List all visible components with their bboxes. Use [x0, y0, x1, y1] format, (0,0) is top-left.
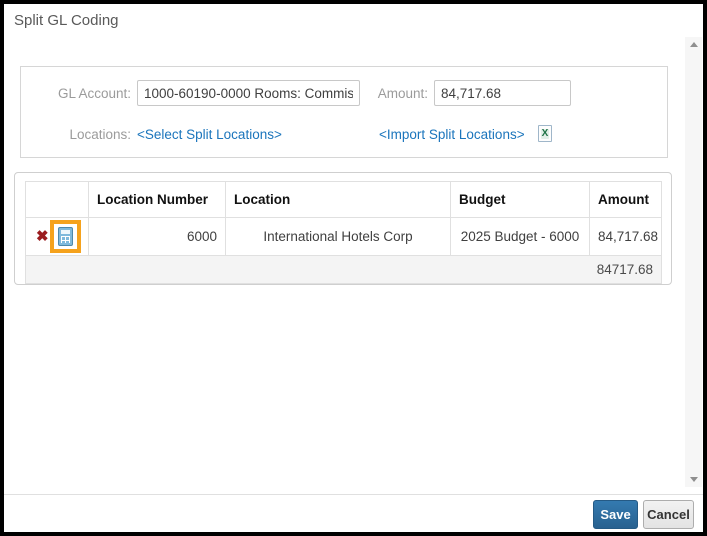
amount-cell: 84,717.68	[590, 218, 662, 256]
budget-cell: 2025 Budget - 6000	[451, 218, 590, 256]
vertical-scrollbar[interactable]	[685, 37, 702, 487]
total-amount: 84717.68	[26, 256, 662, 284]
header-budget: Budget	[451, 182, 590, 218]
header-location: Location	[226, 182, 451, 218]
excel-icon-glyph: X	[541, 129, 550, 139]
location-number-cell: 6000	[89, 218, 226, 256]
footer-divider	[4, 494, 703, 495]
calculator-highlight-box	[50, 220, 81, 253]
save-button[interactable]: Save	[593, 500, 638, 529]
amount-label: Amount:	[374, 86, 428, 101]
scroll-down-arrow-icon[interactable]	[690, 477, 698, 482]
import-split-locations-link[interactable]: <Import Split Locations>	[379, 127, 525, 142]
delete-row-icon[interactable]: ✖	[36, 229, 49, 244]
calculator-icon[interactable]	[58, 227, 73, 246]
scroll-up-arrow-icon[interactable]	[690, 42, 698, 47]
header-location-number: Location Number	[89, 182, 226, 218]
gl-account-label: GL Account:	[21, 86, 131, 101]
header-amount: Amount	[590, 182, 662, 218]
location-cell: International Hotels Corp	[226, 218, 451, 256]
gl-form-panel: GL Account: Amount: Locations: <Select S…	[20, 66, 668, 158]
split-gl-coding-dialog: Split GL Coding GL Account: Amount: Loca…	[0, 0, 707, 536]
select-split-locations-link[interactable]: <Select Split Locations>	[137, 127, 282, 142]
page-title: Split GL Coding	[14, 12, 119, 29]
table-row: ✖ 6000 International Hotels Corp 2025 Bu…	[26, 218, 662, 256]
gl-account-input[interactable]	[137, 80, 360, 106]
amount-input[interactable]	[434, 80, 571, 106]
total-row: 84717.68	[26, 256, 662, 284]
split-locations-table: Location Number Location Budget Amount ✖…	[25, 181, 662, 284]
row-actions-cell: ✖	[26, 218, 89, 256]
cancel-button[interactable]: Cancel	[643, 500, 694, 529]
header-icons	[26, 182, 89, 218]
excel-import-icon[interactable]: X	[538, 125, 552, 142]
split-locations-panel: Location Number Location Budget Amount ✖…	[14, 172, 672, 285]
locations-label: Locations:	[21, 127, 131, 142]
table-header-row: Location Number Location Budget Amount	[26, 182, 662, 218]
